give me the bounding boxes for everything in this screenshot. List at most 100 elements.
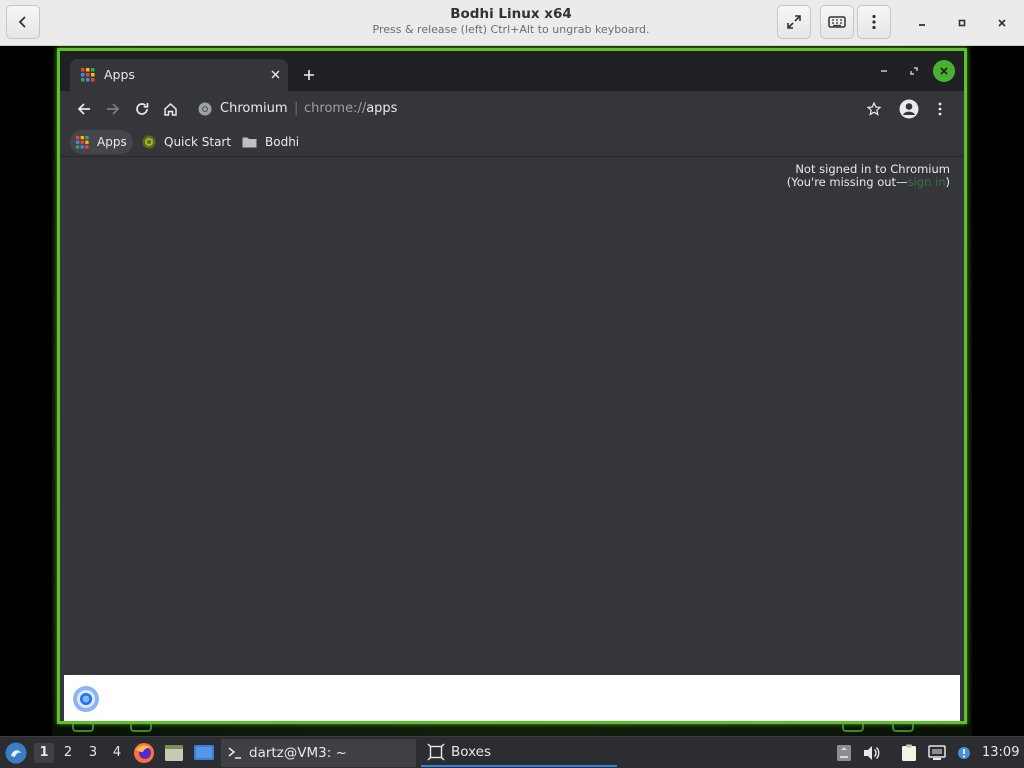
tray-network[interactable] [926,742,948,764]
signin-status: Not signed in to Chromium [795,162,950,176]
network-icon [928,745,946,760]
url-text: chrome://apps [304,101,397,116]
kebab-menu-icon [938,102,942,116]
workspace-3[interactable]: 3 [83,743,103,763]
maximize-icon [958,19,966,27]
reload-icon [136,103,149,115]
bookmark-label: Bodhi [265,135,300,149]
bookmark-bodhi-folder[interactable]: Bodhi [236,130,305,154]
back-button[interactable] [6,5,40,39]
tab-title: Apps [104,67,135,82]
signin-prefix: (You're missing out— [786,175,908,189]
maximize-button[interactable] [947,8,977,38]
close-button[interactable] [987,8,1017,38]
boxes-header-bar: Bodhi Linux x64 Press & release (left) C… [0,0,1024,46]
window-subtitle: Press & release (left) Ctrl+Alt to ungra… [372,23,650,36]
avatar-icon [899,99,919,119]
bookmark-label: Quick Start [164,135,232,149]
bookmark-apps[interactable]: Apps [70,130,133,154]
site-name: Chromium [220,101,288,116]
profile-button[interactable] [897,97,921,121]
fullscreen-button[interactable] [777,5,811,39]
chromium-window: Apps Chromium | chrome://apps Apps Quick… [57,48,967,724]
star-icon [867,102,881,116]
bookmark-quick-start[interactable]: Quick Start [136,130,237,154]
back-button[interactable] [72,97,96,121]
task-label: Boxes [451,744,492,760]
close-icon [998,19,1006,27]
tab-strip: Apps [60,51,964,91]
vm-display[interactable]: Apps Chromium | chrome://apps Apps Quick… [0,46,1024,768]
tab-close-button[interactable] [266,65,284,83]
volume-icon [864,746,880,760]
firefox-launcher[interactable] [132,741,156,765]
tab-apps[interactable]: Apps [70,59,288,91]
minimize-icon [919,24,925,26]
keyboard-icon [828,16,846,28]
tray-storage[interactable] [833,742,855,764]
clock[interactable]: 13:09 [982,745,1019,760]
url-host: apps [366,101,398,116]
tray-clipboard[interactable] [898,742,920,764]
chromium-close-button[interactable] [933,60,955,82]
chromium-minimize-button[interactable] [874,61,894,81]
taskbar: 1 2 3 4 dartz@VM3: ~ Boxes 13:09 [0,736,1024,768]
chromium-restore-button[interactable] [904,61,924,81]
bodhi-logo-icon [142,135,156,149]
desktop-icon [194,745,214,760]
keyboard-button[interactable] [820,5,854,39]
forward-button[interactable] [101,97,125,121]
url-scheme: chrome:// [304,101,367,116]
tray-volume[interactable] [861,742,883,764]
update-notification-icon [958,747,970,759]
task-terminal[interactable]: dartz@VM3: ~ [221,739,416,767]
workspace-2[interactable]: 2 [58,743,78,763]
close-icon [940,67,948,75]
chromium-icon [198,102,212,116]
bookmark-label: Apps [97,135,127,149]
address-separator: | [294,101,299,116]
arrow-right-icon [107,103,120,115]
clipboard-icon [902,744,916,761]
close-icon [271,70,279,78]
window-title: Bodhi Linux x64 [450,6,572,22]
file-manager-icon [165,745,183,761]
minimize-button[interactable] [907,8,937,38]
minimize-icon [881,70,887,72]
start-menu-button[interactable] [3,740,29,766]
bookmark-star-button[interactable] [862,97,886,121]
terminal-icon [228,747,241,759]
kebab-menu-icon [872,14,876,30]
back-icon [18,16,26,28]
browser-toolbar: Chromium | chrome://apps [60,91,964,127]
apps-page: Not signed in to Chromium (You're missin… [60,157,964,675]
reload-button[interactable] [130,97,154,121]
app-shelf [64,675,960,721]
workspace-4[interactable]: 4 [107,743,127,763]
bodhi-logo-icon [5,742,27,764]
storage-icon [837,745,851,761]
address-bar[interactable]: Chromium | chrome://apps [190,95,890,123]
new-tab-button[interactable] [297,63,321,87]
home-icon [163,102,177,116]
folder-icon [242,137,257,148]
signin-prompt: (You're missing out—sign in) [787,175,950,189]
task-boxes[interactable]: Boxes [421,739,617,767]
bookmarks-bar: Apps Quick Start Bodhi [60,127,964,157]
arrow-left-icon [77,103,90,115]
plus-icon [304,70,314,80]
chromium-app-icon[interactable] [72,685,100,713]
file-manager-launcher[interactable] [162,741,186,765]
firefox-icon [134,743,154,763]
restore-icon [910,67,918,75]
home-button[interactable] [158,97,182,121]
signin-link[interactable]: sign in [908,175,946,189]
chromium-menu-button[interactable] [928,97,952,121]
tray-update[interactable] [953,742,975,764]
desktop-launcher[interactable] [192,741,216,765]
fullscreen-icon [787,15,801,29]
menu-button[interactable] [857,5,891,39]
boxes-icon [427,743,445,761]
apps-grid-icon [76,135,89,149]
workspace-1[interactable]: 1 [34,743,54,763]
